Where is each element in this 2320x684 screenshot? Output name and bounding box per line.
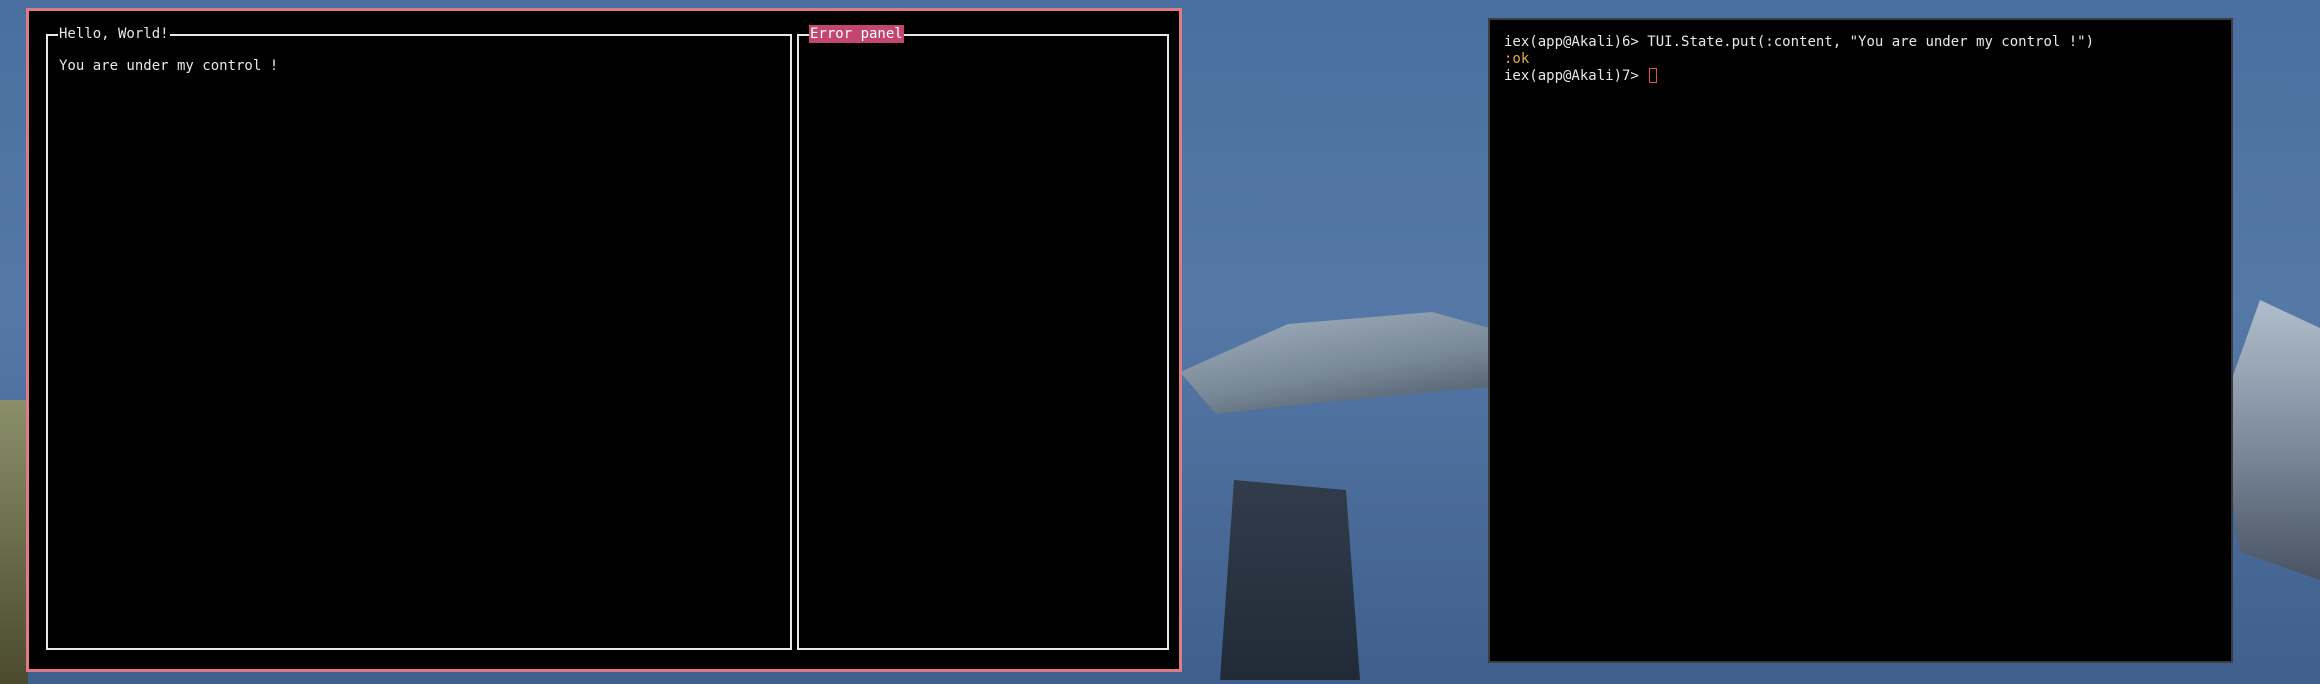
terminal-cursor — [1649, 68, 1658, 83]
wallpaper-landing-gear — [1220, 480, 1360, 680]
terminal-line[interactable]: iex(app@Akali)7> — [1504, 68, 2217, 85]
terminal-output: :ok — [1504, 51, 1530, 67]
hello-pane-content: You are under my control ! — [59, 58, 279, 74]
error-pane-title: Error panel — [809, 25, 904, 43]
wallpaper-jet — [1180, 312, 1540, 414]
terminal-line: iex(app@Akali)6> TUI.State.put(:content,… — [1504, 34, 2217, 51]
wallpaper-jet-right — [2220, 300, 2320, 580]
tui-app-window[interactable]: Hello, World! You are under my control !… — [26, 8, 1182, 672]
terminal-line: :ok — [1504, 51, 2217, 68]
error-pane: Error panel — [797, 25, 1169, 650]
terminal-prompt: iex(app@Akali)6> — [1504, 34, 1648, 50]
wallpaper-left-strip — [0, 400, 28, 684]
terminal-window[interactable]: iex(app@Akali)6> TUI.State.put(:content,… — [1488, 18, 2233, 663]
hello-pane: Hello, World! You are under my control ! — [46, 25, 792, 650]
hello-pane-title: Hello, World! — [58, 25, 170, 43]
terminal-input: TUI.State.put(:content, "You are under m… — [1647, 34, 2095, 50]
terminal-prompt: iex(app@Akali)7> — [1504, 68, 1648, 84]
